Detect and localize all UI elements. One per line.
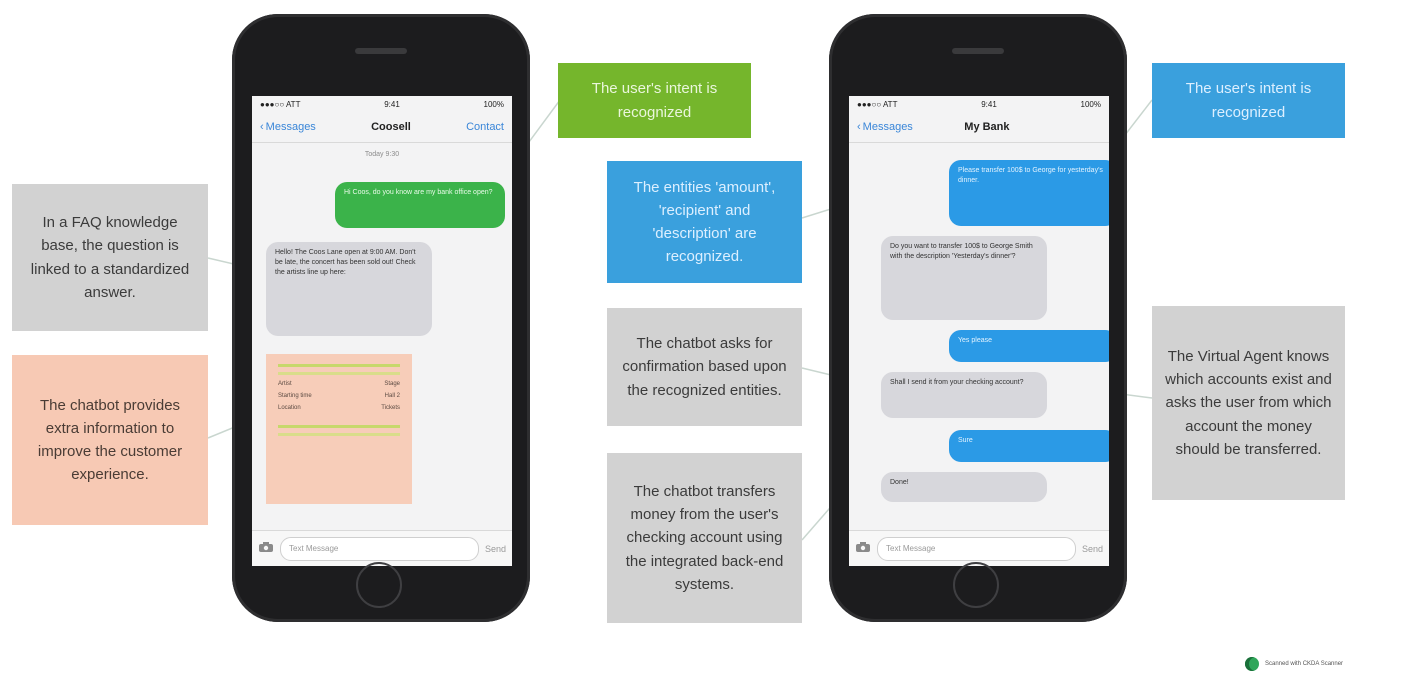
card-header-bar [278,372,400,375]
message-input[interactable]: Text Message [280,536,479,561]
callout-intent-right: The user's intent is recognized [1152,63,1345,138]
send-button[interactable]: Send [485,544,506,554]
info-card: Artist Stage Starting time Hall 2 Locati… [266,354,412,504]
clock-label: 9:41 [384,99,400,109]
status-bar: ●●●○○ ATT 9:41 100% [252,96,512,112]
back-button-label: Messages [265,121,316,133]
scanner-badge-label: Scanned with CKDA Scanner [1265,661,1344,667]
home-button[interactable] [356,562,402,608]
message-bubble-bot: Shall I send it from your checking accou… [881,372,1047,418]
contact-button[interactable]: Contact [466,121,504,133]
card-cell: Starting time [278,393,312,399]
card-cell: Artist [278,381,292,387]
carrier-label: ●●●○○ ATT [260,99,301,109]
back-button[interactable]: ‹ Messages [857,121,913,133]
message-bubble-user: Please transfer 100$ to George for yeste… [949,160,1109,226]
phone-left: ●●●○○ ATT 9:41 100% ‹ Messages Coosell C… [232,14,530,622]
card-row: Artist Stage [278,381,400,387]
camera-icon[interactable] [258,540,274,558]
callout-faq: In a FAQ knowledge base, the question is… [12,184,208,331]
message-input-bar: Text Message Send [849,530,1109,566]
home-button[interactable] [953,562,999,608]
message-bubble-user: Hi Coos, do you know are my bank office … [335,182,505,228]
chevron-left-icon: ‹ [857,121,861,133]
nav-bar: ‹ Messages Coosell Contact [252,112,512,143]
carrier-label: ●●●○○ ATT [857,99,898,109]
card-row: Starting time Hall 2 [278,393,400,399]
message-input[interactable]: Text Message [877,536,1076,561]
scanner-badge: Scanned with CKDA Scanner [1245,657,1343,671]
card-row: Location Tickets [278,405,400,411]
message-bubble-bot: Hello! The Coos Lane open at 9:00 AM. Do… [266,242,432,336]
message-bubble-user: Sure [949,430,1109,462]
chat-title: My Bank [964,121,1010,133]
send-button[interactable]: Send [1082,544,1103,554]
phone-left-screen: ●●●○○ ATT 9:41 100% ‹ Messages Coosell C… [252,96,512,566]
message-input-bar: Text Message Send [252,530,512,566]
nav-bar: ‹ Messages My Bank [849,112,1109,143]
scanner-logo-icon [1245,657,1259,671]
phone-speaker [355,48,407,54]
message-bubble-user: Yes please [949,330,1109,362]
card-cell: Tickets [381,405,400,411]
card-cell: Location [278,405,301,411]
card-cell: Hall 2 [384,393,400,399]
message-timestamp: Today 9:30 [364,151,400,158]
battery-label: 100% [1080,99,1101,109]
chevron-left-icon: ‹ [260,121,264,133]
phone-right-screen: ●●●○○ ATT 9:41 100% ‹ Messages My Bank P… [849,96,1109,566]
camera-icon[interactable] [855,540,871,558]
card-footer-bar [278,425,400,428]
status-bar: ●●●○○ ATT 9:41 100% [849,96,1109,112]
message-bubble-bot: Do you want to transfer 100$ to George S… [881,236,1047,320]
callout-entities: The entities 'amount', 'recipient' and '… [607,161,802,283]
back-button[interactable]: ‹ Messages [260,121,316,133]
card-header-bar [278,364,400,367]
callout-intent-left: The user's intent is recognized [558,63,751,138]
back-button-label: Messages [862,121,913,133]
phone-right: ●●●○○ ATT 9:41 100% ‹ Messages My Bank P… [829,14,1127,622]
chat-title: Coosell [371,121,411,133]
callout-transfers: The chatbot transfers money from the use… [607,453,802,623]
card-cell: Stage [384,381,400,387]
phone-speaker [952,48,1004,54]
clock-label: 9:41 [981,99,997,109]
callout-confirmation: The chatbot asks for confirmation based … [607,308,802,426]
callout-extra-info: The chatbot provides extra information t… [12,355,208,525]
message-bubble-bot: Done! [881,472,1047,502]
battery-label: 100% [483,99,504,109]
card-footer-bar [278,433,400,436]
callout-virtual-agent: The Virtual Agent knows which accounts e… [1152,306,1345,500]
